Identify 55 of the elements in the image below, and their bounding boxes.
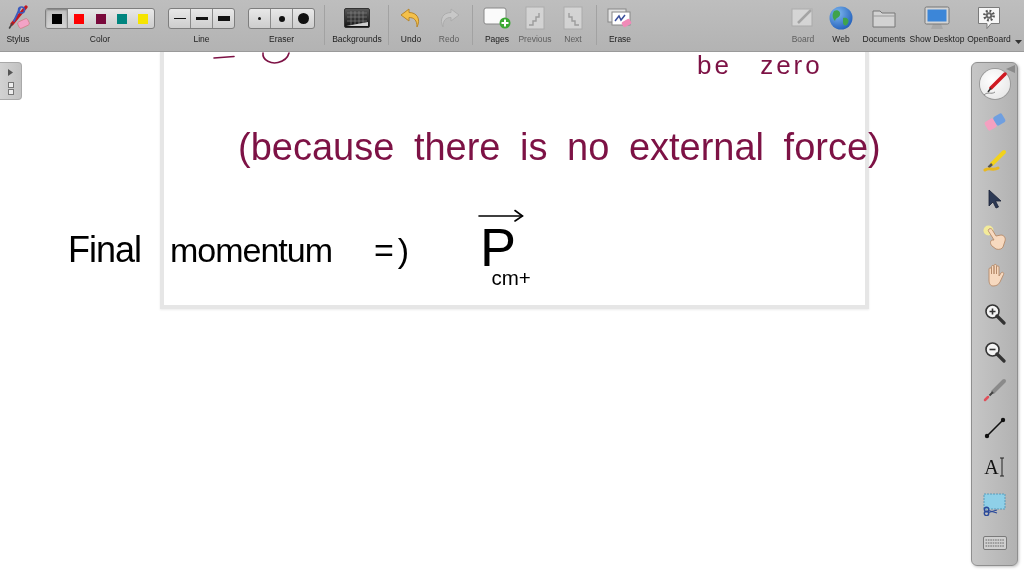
folder-icon [872,8,896,28]
web-button[interactable]: Web [822,3,860,49]
caret-icon[interactable] [1014,40,1022,44]
pen-icon [982,72,1007,96]
undo-icon [400,8,422,28]
line-width-icon [173,17,186,20]
zoom-in-icon [983,302,1006,325]
zoom-out-icon [983,340,1006,363]
redo-icon [438,8,460,28]
pencil-page-icon [791,8,815,28]
line-width-icon [217,16,230,21]
line-width-icon [195,17,208,20]
eraser-icon [982,112,1007,133]
pages-button[interactable]: Pages [478,3,516,49]
handwritten-text: Final [68,232,142,268]
page-icon [525,6,545,30]
dot-icon [278,15,285,22]
page-icon [563,6,583,30]
gear-bubble-icon [977,6,1001,30]
page-panel-tab[interactable] [0,62,22,100]
marker-icon [982,148,1007,173]
screen-capture-icon [982,493,1007,517]
backgrounds-button[interactable]: Backgrounds [327,3,387,49]
triangle-icon [8,69,13,76]
globe-icon [829,6,853,30]
dot-icon [258,17,261,20]
pages-icon [7,82,14,95]
show-desktop-button[interactable]: Show Desktop [908,3,966,49]
text-tool-button[interactable]: A [979,451,1010,482]
pointing-hand-icon [982,224,1007,250]
slides-eraser-icon [607,7,633,29]
grid-background-icon [344,8,370,28]
color-label: Color [89,34,111,45]
documents-button[interactable]: Documents [860,3,908,49]
keyboard-icon [982,536,1007,550]
pen-tool-button[interactable] [979,69,1010,99]
laser-pointer-icon [982,378,1007,402]
openboard-button[interactable]: OpenBoard [966,3,1012,49]
handwritten-text: be zero [697,52,823,78]
dot-icon [298,13,309,24]
line-icon [983,417,1006,440]
undo-button[interactable]: Undo [393,3,429,49]
handwritten-text: momentum [170,233,333,267]
erase-button[interactable]: Erase [601,3,639,49]
handwritten-text: (because there is no external force) [238,128,881,166]
vector-arrow-icon [478,209,524,222]
pointer-icon [987,188,1002,209]
monitor-icon [924,6,950,30]
line-label: Line [193,34,210,45]
color-swatch-button[interactable] [46,9,68,28]
text-cursor-icon [998,456,1005,477]
handwritten-text: =) [374,233,414,267]
eraser-label: Eraser [268,34,294,45]
stylus-button[interactable]: Stylus [0,3,36,49]
add-page-icon [483,7,511,29]
